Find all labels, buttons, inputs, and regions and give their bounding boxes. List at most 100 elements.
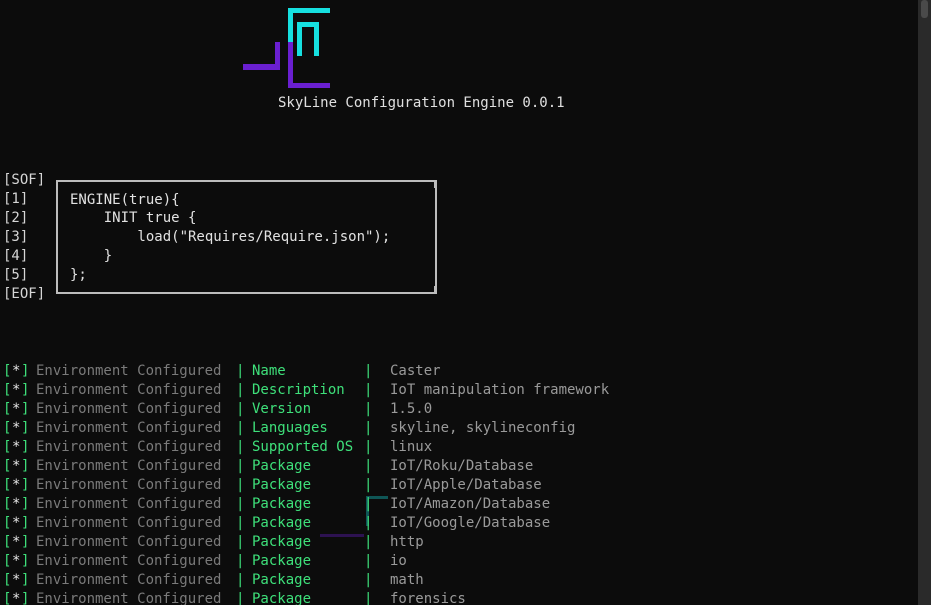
scrollbar[interactable] <box>918 0 931 605</box>
env-key: Package <box>252 496 312 512</box>
pipe-separator: | <box>236 420 245 436</box>
env-key: Package <box>252 477 312 493</box>
pipe-separator: | <box>364 553 373 569</box>
bracket-open: [ <box>3 420 12 436</box>
asterisk: * <box>12 382 21 398</box>
engine-title: SkyLine Configuration Engine 0.0.1 <box>278 95 565 111</box>
env-row: [*] Environment Configured | Version | 1.5.0 <box>0 400 900 419</box>
env-row: [*] Environment Configured | Package | IoT/Ap… <box>0 476 900 495</box>
env-row: [*] Environment Configured | Package | math <box>0 571 900 590</box>
env-value: skyline, skylineconfig <box>390 420 576 436</box>
env-key: Package <box>252 458 312 474</box>
status-text: Environment Configured <box>36 363 222 379</box>
env-value: math <box>390 572 424 588</box>
pipe-separator: | <box>236 401 245 417</box>
pipe-separator: | <box>364 382 373 398</box>
env-key: Name <box>252 363 286 379</box>
pipe-separator: | <box>364 420 373 436</box>
bracket-open: [ <box>3 477 12 493</box>
pipe-separator: | <box>236 572 245 588</box>
bracket-close: ] <box>21 401 30 417</box>
pipe-separator: | <box>364 439 373 455</box>
pipe-separator: | <box>236 382 245 398</box>
bracket-open: [ <box>3 439 12 455</box>
pipe-separator: | <box>364 534 373 550</box>
pipe-separator: | <box>236 363 245 379</box>
line-number-4: [4] <box>3 248 29 264</box>
bracket-close: ] <box>21 458 30 474</box>
env-value: IoT/Roku/Database <box>390 458 534 474</box>
pipe-separator: | <box>236 477 245 493</box>
pipe-separator: | <box>364 496 373 512</box>
eof-label: [EOF] <box>3 286 46 302</box>
bracket-open: [ <box>3 382 12 398</box>
asterisk: * <box>12 515 21 531</box>
bracket-open: [ <box>3 591 12 605</box>
asterisk: * <box>12 496 21 512</box>
env-row: [*] Environment Configured | Package | io <box>0 552 900 571</box>
env-value: IoT/Amazon/Database <box>390 496 551 512</box>
env-row: [*] Environment Configured | Supported OS | l… <box>0 438 900 457</box>
asterisk: * <box>12 401 21 417</box>
bracket-close: ] <box>21 534 30 550</box>
pipe-separator: | <box>364 572 373 588</box>
env-value: IoT manipulation framework <box>390 382 610 398</box>
env-row: [*] Environment Configured | Languages | skyl… <box>0 419 900 438</box>
env-key: Supported OS <box>252 439 354 455</box>
status-text: Environment Configured <box>36 458 222 474</box>
pipe-separator: | <box>236 591 245 605</box>
env-value: http <box>390 534 424 550</box>
bracket-close: ] <box>21 439 30 455</box>
bracket-open: [ <box>3 363 12 379</box>
bracket-close: ] <box>21 382 30 398</box>
bracket-close: ] <box>21 515 30 531</box>
code-line-1: ENGINE(true){ <box>70 192 180 208</box>
line-number-2: [2] <box>3 210 29 226</box>
asterisk: * <box>12 572 21 588</box>
terminal-window[interactable]: SkyLine Configuration Engine 0.0.1 [SOF]… <box>0 0 918 605</box>
env-row: [*] Environment Configured | Package | forens… <box>0 590 900 605</box>
status-text: Environment Configured <box>36 534 222 550</box>
env-value: linux <box>390 439 433 455</box>
bracket-open: [ <box>3 496 12 512</box>
env-value: Caster <box>390 363 441 379</box>
asterisk: * <box>12 439 21 455</box>
env-key: Package <box>252 572 312 588</box>
pipe-separator: | <box>364 401 373 417</box>
bracket-open: [ <box>3 401 12 417</box>
asterisk: * <box>12 534 21 550</box>
env-row: [*] Environment Configured | Package | IoT/Ro… <box>0 457 900 476</box>
pipe-separator: | <box>364 458 373 474</box>
bracket-open: [ <box>3 534 12 550</box>
bracket-close: ] <box>21 572 30 588</box>
bracket-close: ] <box>21 363 30 379</box>
env-row: [*] Environment Configured | Package | IoT/Am… <box>0 495 900 514</box>
status-text: Environment Configured <box>36 591 222 605</box>
sof-label: [SOF] <box>3 172 46 188</box>
env-value: IoT/Google/Database <box>390 515 551 531</box>
asterisk: * <box>12 553 21 569</box>
env-key: Package <box>252 553 312 569</box>
asterisk: * <box>12 363 21 379</box>
pipe-separator: | <box>236 553 245 569</box>
pipe-separator: | <box>236 515 245 531</box>
pipe-separator: | <box>236 534 245 550</box>
env-row: [*] Environment Configured | Name | Caster <box>0 362 900 381</box>
status-text: Environment Configured <box>36 515 222 531</box>
env-row: [*] Environment Configured | Package | http <box>0 533 900 552</box>
bracket-open: [ <box>3 515 12 531</box>
scrollbar-thumb[interactable] <box>921 0 928 18</box>
env-key: Package <box>252 515 312 531</box>
env-key: Package <box>252 591 312 605</box>
bracket-close: ] <box>21 420 30 436</box>
status-text: Environment Configured <box>36 439 222 455</box>
asterisk: * <box>12 591 21 605</box>
line-number-5: [5] <box>3 267 29 283</box>
env-value: io <box>390 553 407 569</box>
code-line-5: }; <box>70 267 87 283</box>
line-number-3: [3] <box>3 229 29 245</box>
line-number-1: [1] <box>3 191 29 207</box>
bracket-open: [ <box>3 458 12 474</box>
pipe-separator: | <box>236 458 245 474</box>
status-text: Environment Configured <box>36 553 222 569</box>
